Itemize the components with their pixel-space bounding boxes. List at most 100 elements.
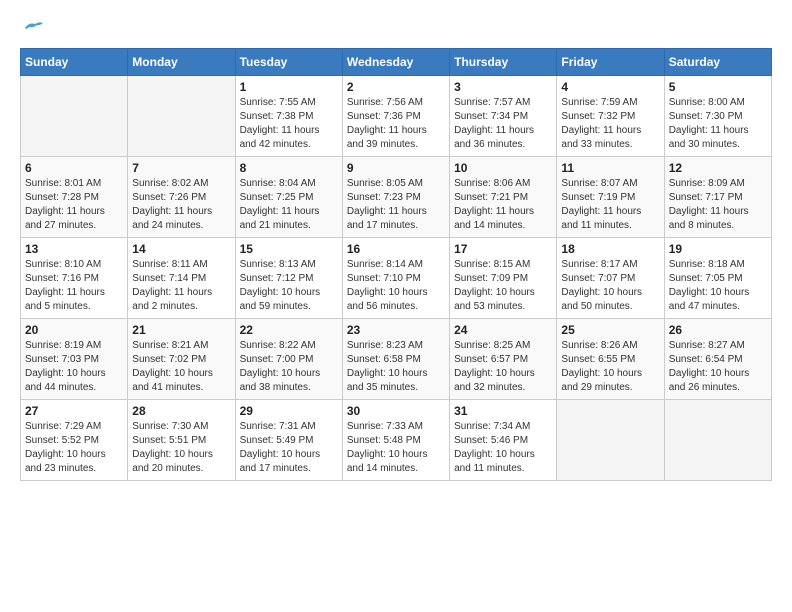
day-number: 27 bbox=[25, 404, 123, 418]
day-number: 31 bbox=[454, 404, 552, 418]
day-info: Sunrise: 7:56 AMSunset: 7:36 PMDaylight:… bbox=[347, 96, 445, 152]
day-number: 10 bbox=[454, 161, 552, 175]
day-number: 11 bbox=[561, 161, 659, 175]
day-number: 14 bbox=[132, 242, 230, 256]
day-info: Sunrise: 8:25 AMSunset: 6:57 PMDaylight:… bbox=[454, 339, 552, 395]
calendar-day-cell: 14 Sunrise: 8:11 AMSunset: 7:14 PMDayligh… bbox=[128, 238, 235, 319]
calendar-day-cell: 19 Sunrise: 8:18 AMSunset: 7:05 PMDayligh… bbox=[664, 238, 771, 319]
calendar-day-cell: 20 Sunrise: 8:19 AMSunset: 7:03 PMDayligh… bbox=[21, 319, 128, 400]
day-info: Sunrise: 7:31 AMSunset: 5:49 PMDaylight:… bbox=[240, 420, 338, 476]
calendar-week-row: 6 Sunrise: 8:01 AMSunset: 7:28 PMDaylight… bbox=[21, 157, 772, 238]
calendar-day-cell: 2 Sunrise: 7:56 AMSunset: 7:36 PMDaylight… bbox=[342, 76, 449, 157]
day-info: Sunrise: 8:22 AMSunset: 7:00 PMDaylight:… bbox=[240, 339, 338, 395]
calendar-day-cell: 9 Sunrise: 8:05 AMSunset: 7:23 PMDaylight… bbox=[342, 157, 449, 238]
day-of-week-header: Sunday bbox=[21, 49, 128, 76]
day-info: Sunrise: 7:57 AMSunset: 7:34 PMDaylight:… bbox=[454, 96, 552, 152]
day-number: 17 bbox=[454, 242, 552, 256]
day-number: 4 bbox=[561, 80, 659, 94]
calendar-day-cell: 17 Sunrise: 8:15 AMSunset: 7:09 PMDayligh… bbox=[450, 238, 557, 319]
calendar-day-cell: 26 Sunrise: 8:27 AMSunset: 6:54 PMDayligh… bbox=[664, 319, 771, 400]
day-info: Sunrise: 8:05 AMSunset: 7:23 PMDaylight:… bbox=[347, 177, 445, 233]
day-info: Sunrise: 8:15 AMSunset: 7:09 PMDaylight:… bbox=[454, 258, 552, 314]
calendar-day-cell: 7 Sunrise: 8:02 AMSunset: 7:26 PMDaylight… bbox=[128, 157, 235, 238]
day-info: Sunrise: 7:30 AMSunset: 5:51 PMDaylight:… bbox=[132, 420, 230, 476]
calendar-day-cell: 28 Sunrise: 7:30 AMSunset: 5:51 PMDayligh… bbox=[128, 400, 235, 481]
day-info: Sunrise: 8:27 AMSunset: 6:54 PMDaylight:… bbox=[669, 339, 767, 395]
page-header bbox=[20, 20, 772, 32]
day-info: Sunrise: 8:06 AMSunset: 7:21 PMDaylight:… bbox=[454, 177, 552, 233]
day-of-week-header: Tuesday bbox=[235, 49, 342, 76]
day-info: Sunrise: 8:14 AMSunset: 7:10 PMDaylight:… bbox=[347, 258, 445, 314]
calendar-day-cell: 5 Sunrise: 8:00 AMSunset: 7:30 PMDaylight… bbox=[664, 76, 771, 157]
day-number: 25 bbox=[561, 323, 659, 337]
day-number: 19 bbox=[669, 242, 767, 256]
calendar-day-cell: 6 Sunrise: 8:01 AMSunset: 7:28 PMDaylight… bbox=[21, 157, 128, 238]
day-info: Sunrise: 8:01 AMSunset: 7:28 PMDaylight:… bbox=[25, 177, 123, 233]
calendar-day-cell: 16 Sunrise: 8:14 AMSunset: 7:10 PMDayligh… bbox=[342, 238, 449, 319]
day-info: Sunrise: 8:18 AMSunset: 7:05 PMDaylight:… bbox=[669, 258, 767, 314]
day-info: Sunrise: 7:55 AMSunset: 7:38 PMDaylight:… bbox=[240, 96, 338, 152]
calendar-table: SundayMondayTuesdayWednesdayThursdayFrid… bbox=[20, 48, 772, 481]
day-info: Sunrise: 8:19 AMSunset: 7:03 PMDaylight:… bbox=[25, 339, 123, 395]
day-of-week-header: Monday bbox=[128, 49, 235, 76]
day-number: 20 bbox=[25, 323, 123, 337]
day-number: 15 bbox=[240, 242, 338, 256]
day-info: Sunrise: 8:00 AMSunset: 7:30 PMDaylight:… bbox=[669, 96, 767, 152]
calendar-day-cell bbox=[664, 400, 771, 481]
day-number: 26 bbox=[669, 323, 767, 337]
day-number: 22 bbox=[240, 323, 338, 337]
day-number: 23 bbox=[347, 323, 445, 337]
calendar-day-cell: 27 Sunrise: 7:29 AMSunset: 5:52 PMDayligh… bbox=[21, 400, 128, 481]
calendar-week-row: 27 Sunrise: 7:29 AMSunset: 5:52 PMDayligh… bbox=[21, 400, 772, 481]
day-number: 6 bbox=[25, 161, 123, 175]
day-info: Sunrise: 8:04 AMSunset: 7:25 PMDaylight:… bbox=[240, 177, 338, 233]
day-info: Sunrise: 8:23 AMSunset: 6:58 PMDaylight:… bbox=[347, 339, 445, 395]
day-number: 12 bbox=[669, 161, 767, 175]
day-info: Sunrise: 7:34 AMSunset: 5:46 PMDaylight:… bbox=[454, 420, 552, 476]
logo bbox=[20, 20, 43, 32]
day-number: 30 bbox=[347, 404, 445, 418]
calendar-day-cell bbox=[128, 76, 235, 157]
day-info: Sunrise: 8:09 AMSunset: 7:17 PMDaylight:… bbox=[669, 177, 767, 233]
calendar-day-cell: 24 Sunrise: 8:25 AMSunset: 6:57 PMDayligh… bbox=[450, 319, 557, 400]
day-info: Sunrise: 8:13 AMSunset: 7:12 PMDaylight:… bbox=[240, 258, 338, 314]
day-of-week-header: Thursday bbox=[450, 49, 557, 76]
day-info: Sunrise: 8:02 AMSunset: 7:26 PMDaylight:… bbox=[132, 177, 230, 233]
day-number: 29 bbox=[240, 404, 338, 418]
day-number: 16 bbox=[347, 242, 445, 256]
calendar-day-cell: 3 Sunrise: 7:57 AMSunset: 7:34 PMDaylight… bbox=[450, 76, 557, 157]
day-number: 24 bbox=[454, 323, 552, 337]
day-number: 28 bbox=[132, 404, 230, 418]
calendar-week-row: 13Sunrise: 8:10 AMSunset: 7:16 PMDayligh… bbox=[21, 238, 772, 319]
calendar-day-cell: 12 Sunrise: 8:09 AMSunset: 7:17 PMDayligh… bbox=[664, 157, 771, 238]
day-info: Sunrise: 7:29 AMSunset: 5:52 PMDaylight:… bbox=[25, 420, 123, 476]
calendar-day-cell: 31 Sunrise: 7:34 AMSunset: 5:46 PMDayligh… bbox=[450, 400, 557, 481]
day-of-week-header: Wednesday bbox=[342, 49, 449, 76]
day-info: Sunrise: 8:26 AMSunset: 6:55 PMDaylight:… bbox=[561, 339, 659, 395]
day-number: 5 bbox=[669, 80, 767, 94]
day-number: 2 bbox=[347, 80, 445, 94]
calendar-day-cell: 18Sunrise: 8:17 AMSunset: 7:07 PMDayligh… bbox=[557, 238, 664, 319]
calendar-day-cell: 29 Sunrise: 7:31 AMSunset: 5:49 PMDayligh… bbox=[235, 400, 342, 481]
calendar-header-row: SundayMondayTuesdayWednesdayThursdayFrid… bbox=[21, 49, 772, 76]
calendar-day-cell: 15 Sunrise: 8:13 AMSunset: 7:12 PMDayligh… bbox=[235, 238, 342, 319]
calendar-week-row: 20 Sunrise: 8:19 AMSunset: 7:03 PMDayligh… bbox=[21, 319, 772, 400]
day-of-week-header: Saturday bbox=[664, 49, 771, 76]
calendar-day-cell: 11Sunrise: 8:07 AMSunset: 7:19 PMDayligh… bbox=[557, 157, 664, 238]
day-info: Sunrise: 8:10 AMSunset: 7:16 PMDaylight:… bbox=[25, 258, 123, 314]
calendar-day-cell: 21Sunrise: 8:21 AMSunset: 7:02 PMDayligh… bbox=[128, 319, 235, 400]
day-number: 7 bbox=[132, 161, 230, 175]
day-number: 3 bbox=[454, 80, 552, 94]
day-info: Sunrise: 7:59 AMSunset: 7:32 PMDaylight:… bbox=[561, 96, 659, 152]
day-number: 18 bbox=[561, 242, 659, 256]
calendar-day-cell: 30Sunrise: 7:33 AMSunset: 5:48 PMDayligh… bbox=[342, 400, 449, 481]
day-info: Sunrise: 8:11 AMSunset: 7:14 PMDaylight:… bbox=[132, 258, 230, 314]
day-number: 9 bbox=[347, 161, 445, 175]
logo-bird-icon bbox=[21, 20, 43, 36]
day-number: 1 bbox=[240, 80, 338, 94]
calendar-day-cell: 1 Sunrise: 7:55 AMSunset: 7:38 PMDaylight… bbox=[235, 76, 342, 157]
calendar-day-cell bbox=[21, 76, 128, 157]
calendar-day-cell: 22 Sunrise: 8:22 AMSunset: 7:00 PMDayligh… bbox=[235, 319, 342, 400]
calendar-week-row: 1 Sunrise: 7:55 AMSunset: 7:38 PMDaylight… bbox=[21, 76, 772, 157]
day-of-week-header: Friday bbox=[557, 49, 664, 76]
